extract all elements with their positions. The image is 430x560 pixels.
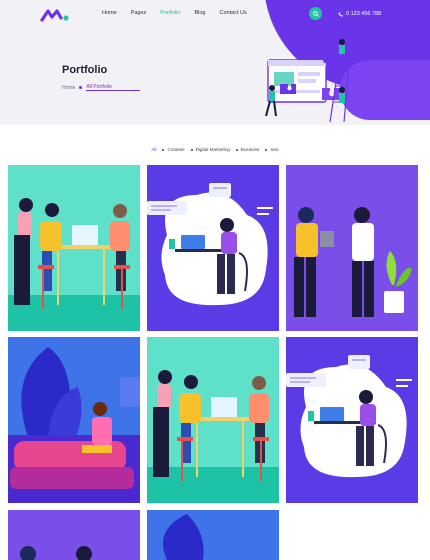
sofa-phone-illustration (147, 510, 279, 560)
sofa-phone-illustration (8, 337, 140, 503)
search-button[interactable] (309, 7, 322, 20)
business-handshake-illustration (8, 510, 140, 560)
breadcrumb: Home All Portfolio (62, 84, 140, 91)
portfolio-item-6[interactable] (286, 337, 418, 503)
team-meeting-illustration (8, 165, 140, 331)
page-title: Portfolio (62, 64, 108, 76)
breadcrumb-home[interactable]: Home (62, 85, 75, 91)
portfolio-item-7[interactable] (8, 510, 140, 560)
filter-creative-label: Creative (167, 147, 185, 152)
nav-item-home[interactable]: Home (102, 10, 117, 16)
phone-number: 0 123 456 788 (346, 11, 382, 17)
phone-icon (338, 12, 343, 17)
portfolio-item-4[interactable] (8, 337, 140, 503)
hero-illustration (265, 39, 351, 123)
portfolio-item-2[interactable] (147, 165, 279, 331)
logo-icon[interactable] (40, 8, 70, 22)
filter-digital-marketing[interactable]: Digital Marketing (190, 147, 230, 152)
breadcrumb-separator (79, 86, 83, 89)
team-meeting-illustration (147, 337, 279, 503)
nav-item-portfolio[interactable]: Portfolio (160, 10, 180, 16)
portfolio-item-8[interactable] (147, 510, 279, 560)
portfolio-item-1[interactable] (8, 165, 140, 331)
nav-item-contact-us[interactable]: Contact Us (219, 10, 246, 16)
filter-business-label: Business (240, 147, 260, 152)
nav-item-blog[interactable]: Blog (194, 10, 205, 16)
filter-digital-marketing-label: Digital Marketing (195, 147, 230, 152)
filter-seo-label: Seo (270, 147, 279, 152)
filter-dot (235, 148, 238, 151)
portfolio-filter-bar: All Creative Digital Marketing Business … (0, 147, 430, 152)
breadcrumb-current: All Portfolio (86, 84, 140, 91)
business-handshake-illustration (286, 165, 418, 331)
laptop-desk-illustration (286, 337, 418, 503)
portfolio-item-5[interactable] (147, 337, 279, 503)
nav-item-pages[interactable]: Pages (131, 10, 147, 16)
filter-dot (265, 148, 268, 151)
main-nav: Home Pages Portfolio Blog Contact Us (102, 10, 261, 16)
laptop-desk-illustration (147, 165, 279, 331)
filter-dot (162, 148, 165, 151)
filter-business[interactable]: Business (235, 147, 260, 152)
page-header: Home Pages Portfolio Blog Contact Us 0 1… (0, 0, 430, 125)
search-icon (312, 10, 319, 17)
filter-all[interactable]: All (151, 147, 156, 152)
filter-all-label: All (151, 147, 157, 152)
portfolio-item-3[interactable] (286, 165, 418, 331)
filter-creative[interactable]: Creative (162, 147, 185, 152)
filter-seo[interactable]: Seo (265, 147, 279, 152)
filter-dot (190, 148, 193, 151)
phone-contact[interactable]: 0 123 456 788 (338, 11, 381, 17)
